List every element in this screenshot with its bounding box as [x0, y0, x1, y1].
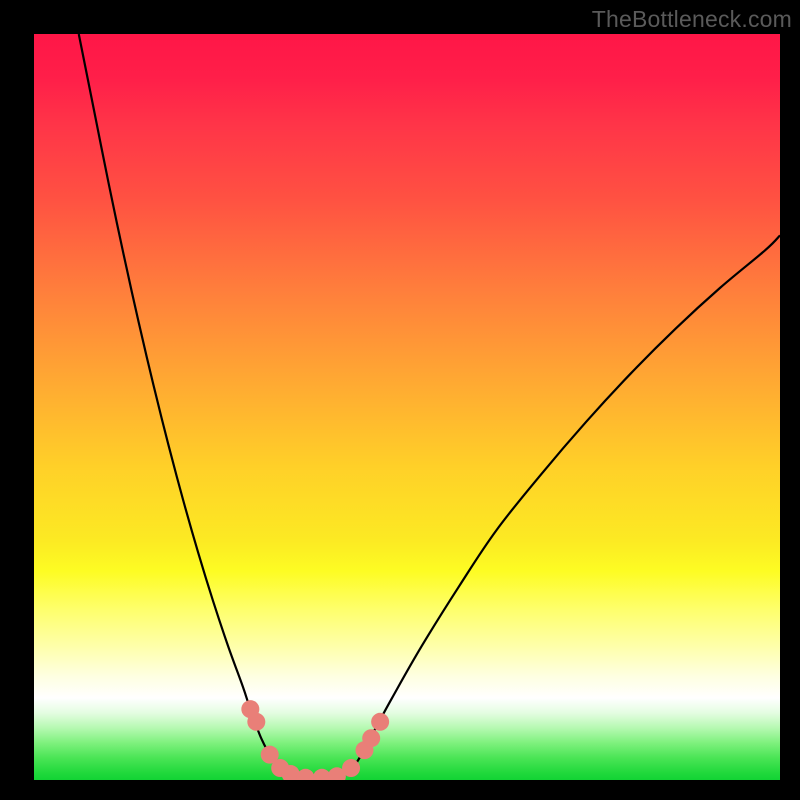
valley-marker — [362, 729, 380, 747]
plot-area — [34, 34, 780, 780]
curve-line — [79, 34, 780, 779]
valley-marker — [342, 759, 360, 777]
valley-markers — [241, 700, 389, 780]
valley-marker — [247, 713, 265, 731]
valley-marker — [297, 769, 315, 780]
bottleneck-curve — [34, 34, 780, 780]
watermark-text: TheBottleneck.com — [592, 6, 792, 33]
chart-frame: TheBottleneck.com — [0, 0, 800, 800]
valley-marker — [371, 713, 389, 731]
